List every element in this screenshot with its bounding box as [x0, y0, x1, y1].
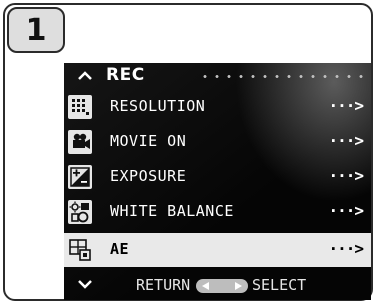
menu-title: REC — [106, 65, 145, 85]
menu-item-label: WHITE BALANCE — [110, 202, 234, 220]
submenu-arrow: ···> — [328, 131, 364, 150]
scroll-up-icon[interactable] — [76, 68, 94, 84]
submenu-arrow: ···> — [328, 239, 364, 258]
camera-lcd-screen: REC RESOLUTION ···> MOVIE ON ···> EXPOSU… — [64, 63, 371, 300]
exposure-compensation-icon — [68, 165, 92, 189]
step-number-badge: 1 — [7, 7, 65, 53]
ae-metering-icon — [68, 238, 92, 262]
movie-camera-icon — [68, 130, 92, 154]
left-right-navigation-icon — [196, 279, 248, 293]
submenu-arrow: ···> — [328, 166, 364, 185]
left-arrow-icon — [202, 282, 209, 290]
menu-item-label: AE — [110, 240, 130, 258]
header-dotted-rule — [199, 75, 367, 78]
menu-item-movie-on[interactable]: MOVIE ON ···> — [64, 125, 371, 159]
scroll-down-icon[interactable] — [76, 278, 94, 290]
submenu-arrow: ···> — [328, 96, 364, 115]
menu-item-label: MOVIE ON — [110, 132, 187, 150]
menu-header: REC — [64, 63, 371, 90]
return-hint-label: RETURN — [136, 276, 191, 294]
menu-item-exposure[interactable]: EXPOSURE ···> — [64, 160, 371, 194]
menu-item-ae[interactable]: AE ···> — [64, 233, 371, 267]
menu-item-label: EXPOSURE — [110, 167, 187, 185]
menu-footer: RETURN SELECT — [64, 270, 371, 300]
right-arrow-icon — [235, 282, 242, 290]
menu-item-label: RESOLUTION — [110, 97, 206, 115]
resolution-icon — [68, 95, 92, 119]
submenu-arrow: ···> — [328, 201, 364, 220]
select-hint-label: SELECT — [252, 276, 307, 294]
menu-item-white-balance[interactable]: WHITE BALANCE ···> — [64, 195, 371, 229]
menu-item-resolution[interactable]: RESOLUTION ···> — [64, 90, 371, 124]
white-balance-icon — [68, 200, 92, 224]
